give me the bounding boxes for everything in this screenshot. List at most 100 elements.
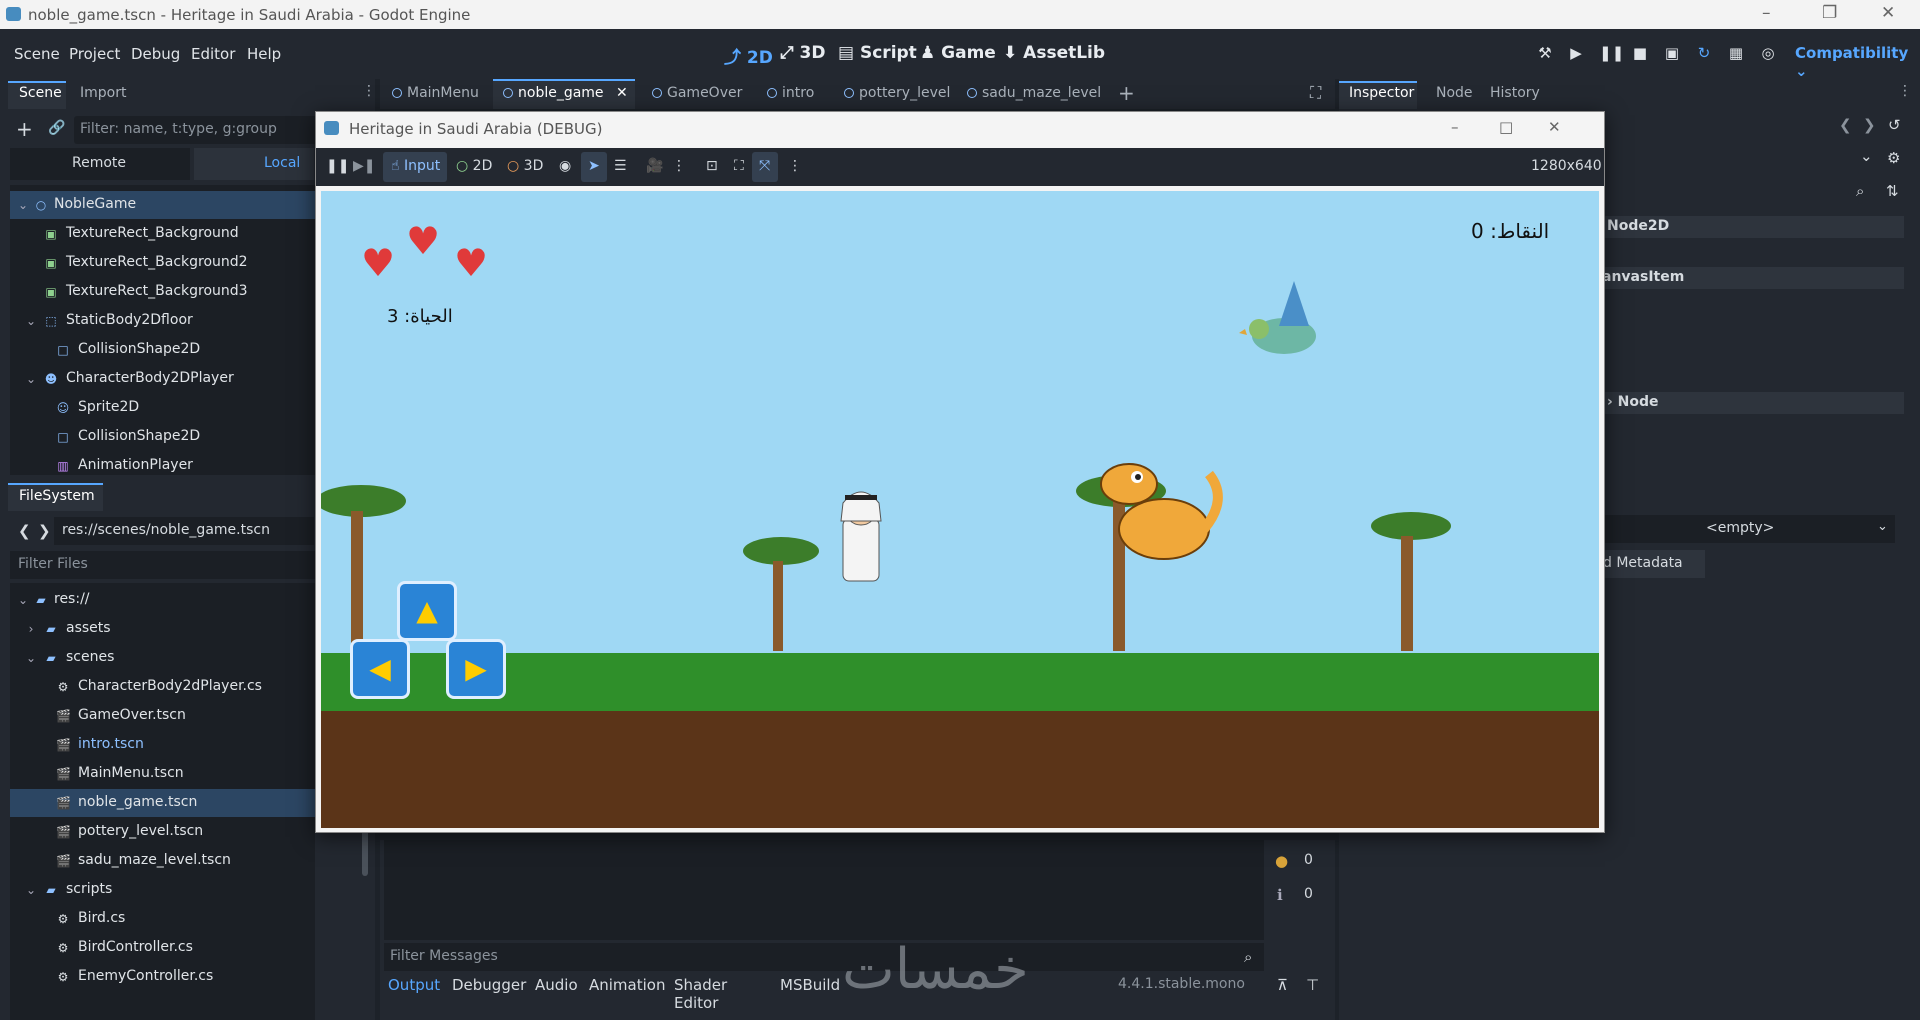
history-forward-icon[interactable]: ❯ [1863, 116, 1876, 134]
local-button[interactable]: Local [194, 148, 314, 180]
stretch-icon[interactable]: ⤧ [759, 158, 770, 174]
close-icon[interactable]: ✕ [1881, 3, 1895, 23]
next-frame-icon[interactable]: ▶❚ [353, 158, 376, 174]
game-maximize-icon[interactable]: □ [1499, 118, 1513, 136]
tree-node-noblegame[interactable]: ⌄ ○ NobleGame [10, 191, 315, 219]
keep-aspect-icon[interactable]: ⛶ [734, 158, 744, 174]
file-item-player-cs[interactable]: ⚙ CharacterBody2dPlayer.cs [10, 673, 315, 701]
visibility-icon[interactable]: ◉ [559, 158, 571, 174]
reload-icon[interactable]: ↻ [1695, 44, 1713, 62]
tree-node-background2[interactable]: ▣ TextureRect_Background2 [10, 249, 315, 277]
file-item-pottery[interactable]: 🎬 pottery_level.tscn [10, 818, 315, 846]
editor-tab-mainmenu[interactable]: MainMenu [392, 79, 479, 109]
tree-node-background3[interactable]: ▣ TextureRect_Background3 [10, 278, 315, 306]
info-icon[interactable]: ℹ [1277, 886, 1283, 904]
input-toggle[interactable]: ☝ Input [383, 152, 447, 182]
game-more-icon[interactable]: ⋮ [788, 158, 802, 174]
remote-debug-icon[interactable]: ⚒ [1536, 44, 1554, 62]
tab-filesystem[interactable]: FileSystem [19, 488, 95, 504]
workspace-script[interactable]: ▤ Script [838, 43, 917, 63]
back-icon[interactable]: ❮ [18, 522, 31, 540]
file-item-scripts[interactable]: ⌄ ▰ scripts [10, 876, 315, 904]
distraction-free-icon[interactable]: ⛶ [1310, 79, 1321, 109]
file-item-res[interactable]: ⌄ ▰ res:// [10, 586, 315, 614]
camera-icon[interactable]: 🎥 [646, 158, 663, 174]
tree-node-staticbody[interactable]: ⌄ ⬚ StaticBody2Dfloor [10, 307, 315, 335]
dock-menu-icon[interactable]: ⋮ [362, 83, 376, 99]
play-scene-icon[interactable]: ▣ [1663, 44, 1681, 62]
movie-maker-icon[interactable]: ◎ [1759, 44, 1777, 62]
play-custom-icon[interactable]: ▦ [1727, 44, 1745, 62]
file-item-enemycontroller[interactable]: ⚙ EnemyController.cs [10, 963, 315, 991]
file-item-birdcontroller[interactable]: ⚙ BirdController.cs [10, 934, 315, 962]
tab-scene[interactable]: Scene [19, 85, 62, 101]
editor-tab-noble-game[interactable]: noble_game ✕ [503, 79, 628, 109]
renderer-select[interactable]: Compatibility ⌄ [1795, 44, 1920, 80]
list-select-icon[interactable]: ☰ [614, 158, 627, 174]
maximize-icon[interactable]: ❐ [1822, 3, 1837, 23]
editor-tab-intro[interactable]: intro [767, 79, 814, 109]
warning-icon[interactable]: ● [1275, 852, 1288, 870]
tab-output[interactable]: Output [388, 976, 440, 994]
editor-tab-gameover[interactable]: GameOver [652, 79, 742, 109]
expand-panel-icon[interactable]: ⊤ [1306, 976, 1319, 994]
file-item-scenes[interactable]: ⌄ ▰ scenes [10, 644, 315, 672]
remote-button[interactable]: Remote [10, 148, 190, 180]
filesystem-path-input[interactable]: res://scenes/noble_game.tscn [54, 517, 314, 545]
link-icon[interactable]: 🔗 [48, 120, 65, 136]
tab-debugger[interactable]: Debugger [452, 976, 526, 994]
stop-icon[interactable]: ■ [1631, 44, 1649, 62]
tab-audio[interactable]: Audio [535, 976, 578, 994]
tab-inspector[interactable]: Inspector [1349, 85, 1414, 101]
tab-shader-editor[interactable]: Shader Editor [674, 976, 727, 1012]
jump-button[interactable]: ▲ [397, 581, 457, 641]
menu-help[interactable]: Help [247, 45, 281, 63]
filter-messages-input[interactable]: Filter Messages ⌕ [384, 943, 1264, 971]
file-item-intro[interactable]: 🎬 intro.tscn [10, 731, 315, 759]
menu-editor[interactable]: Editor [191, 45, 235, 63]
tree-node-animationplayer[interactable]: ▥ AnimationPlayer [10, 452, 315, 480]
dropdown-chevron-icon[interactable]: ⌄ [1860, 147, 1873, 165]
tree-node-collision1[interactable]: □ CollisionShape2D [10, 336, 315, 364]
mode-3d-toggle[interactable]: ○ 3D [507, 158, 543, 174]
file-item-sadu[interactable]: 🎬 sadu_maze_level.tscn [10, 847, 315, 875]
workspace-assetlib[interactable]: ⬇ AssetLib [1003, 43, 1105, 63]
minimize-icon[interactable]: – [1762, 3, 1771, 23]
forward-icon[interactable]: ❯ [38, 522, 51, 540]
filter-settings-icon[interactable]: ⇅ [1886, 182, 1899, 200]
pin-icon[interactable]: ⊼ [1277, 976, 1288, 994]
tree-node-collision2[interactable]: □ CollisionShape2D [10, 423, 315, 451]
select-tool-icon[interactable]: ➤ [588, 158, 600, 174]
game-close-icon[interactable]: ✕ [1548, 118, 1561, 136]
more-icon[interactable]: ⋮ [672, 158, 686, 174]
move-right-button[interactable]: ▶ [446, 639, 506, 699]
inspector-menu-icon[interactable]: ⋮ [1898, 83, 1912, 99]
file-item-bird[interactable]: ⚙ Bird.cs [10, 905, 315, 933]
menu-project[interactable]: Project [69, 45, 120, 63]
pause-icon[interactable]: ❚❚ [1599, 44, 1624, 62]
history-back-icon[interactable]: ❮ [1839, 116, 1852, 134]
tab-msbuild[interactable]: MSBuild [780, 976, 840, 994]
script-property[interactable]: <empty> ⌄ [1595, 515, 1895, 543]
tree-node-background[interactable]: ▣ TextureRect_Background [10, 220, 315, 248]
file-item-gameover[interactable]: 🎬 GameOver.tscn [10, 702, 315, 730]
object-history-icon[interactable]: ↺ [1888, 116, 1901, 134]
game-pause-icon[interactable]: ❚❚ [326, 158, 349, 174]
inspector-search-icon[interactable]: ⌕ [1856, 182, 1864, 200]
tab-import[interactable]: Import [80, 85, 126, 101]
play-icon[interactable]: ▶ [1567, 44, 1585, 62]
tab-node[interactable]: Node [1436, 85, 1473, 101]
add-tab-icon[interactable]: + [1118, 79, 1135, 109]
add-node-icon[interactable]: + [16, 117, 33, 141]
move-left-button[interactable]: ◀ [350, 639, 410, 699]
tab-history[interactable]: History [1490, 85, 1540, 101]
menu-debug[interactable]: Debug [131, 45, 180, 63]
editor-tab-sadu[interactable]: sadu_maze_level [967, 79, 1101, 109]
filter-files-input[interactable]: Filter Files [10, 551, 315, 579]
workspace-3d[interactable]: ⤢ 3D [780, 43, 825, 63]
tools-icon[interactable]: ⚙ [1887, 149, 1900, 167]
editor-tab-pottery[interactable]: pottery_level [844, 79, 950, 109]
tab-animation[interactable]: Animation [589, 976, 665, 994]
file-item-mainmenu[interactable]: 🎬 MainMenu.tscn [10, 760, 315, 788]
game-minimize-icon[interactable]: – [1451, 118, 1459, 136]
